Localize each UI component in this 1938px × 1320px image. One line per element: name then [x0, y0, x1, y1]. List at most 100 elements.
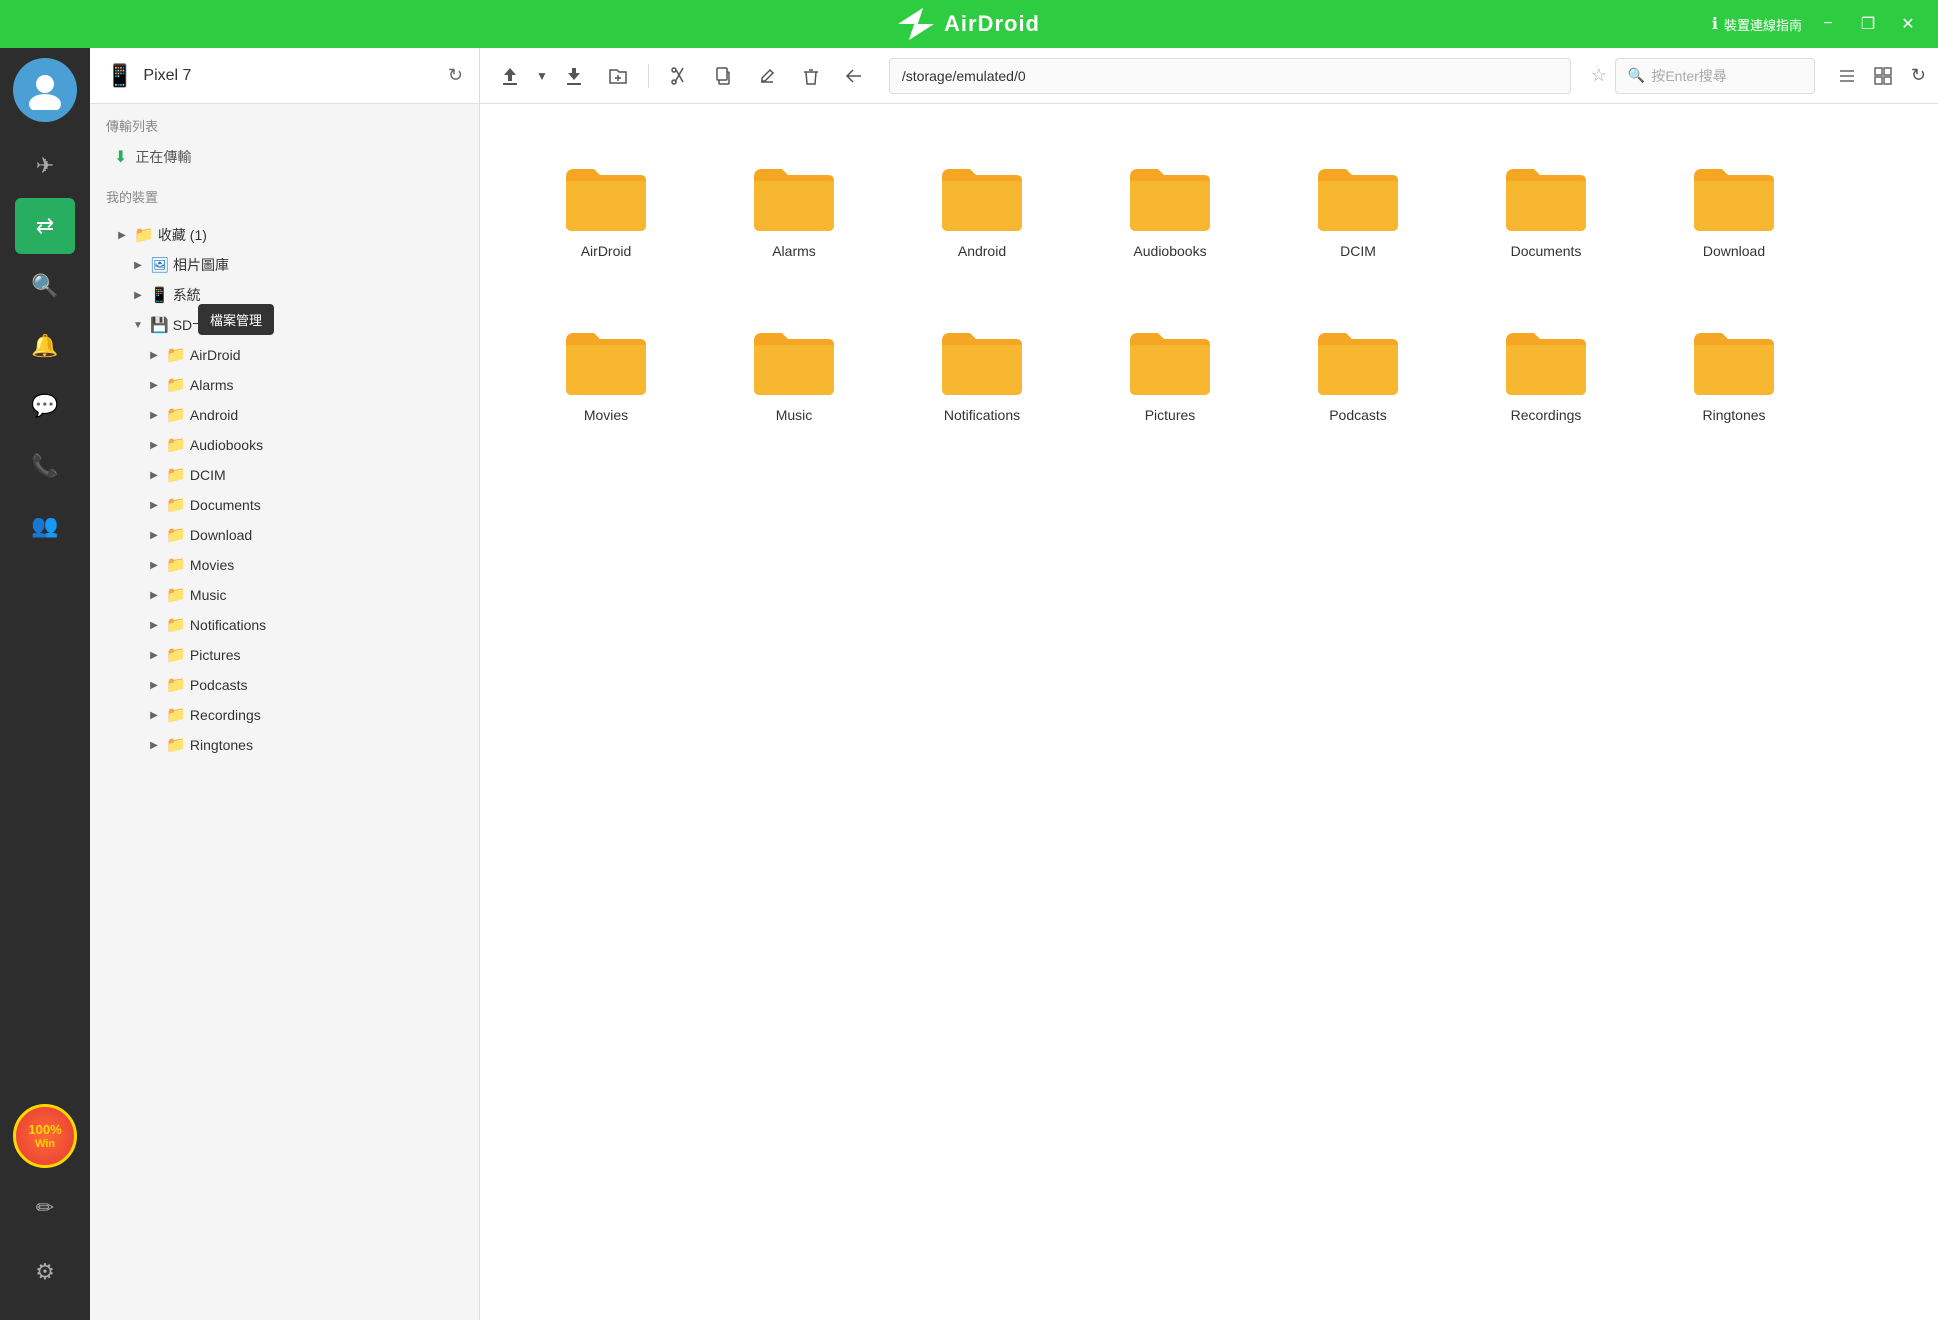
bell-icon: 🔔: [31, 333, 58, 359]
rename-button[interactable]: [749, 58, 785, 94]
grid-view-button[interactable]: [1867, 60, 1899, 92]
folder-item-alarms[interactable]: Alarms: [704, 132, 884, 288]
logo-icon: [898, 6, 934, 42]
upload-button[interactable]: [492, 58, 528, 94]
star-button[interactable]: ☆: [1591, 65, 1607, 86]
list-view-button[interactable]: [1831, 60, 1863, 92]
tree-item-system[interactable]: ▶ 📱 系統: [90, 280, 479, 310]
folder-item-ringtones[interactable]: Ringtones: [1644, 296, 1824, 452]
folder-icon: 📁: [166, 525, 186, 545]
tree-item-sdcard[interactable]: ▼ 💾 SD卡: [90, 310, 479, 340]
sidebar-item-settings[interactable]: ⚙: [15, 1244, 75, 1300]
refresh-button[interactable]: ↻: [448, 65, 463, 86]
expand-icon: ▶: [146, 347, 162, 363]
titlebar-info[interactable]: ℹ 裝置連線指南: [1712, 14, 1802, 34]
tree-item-folder-recordings[interactable]: ▶ 📁 Recordings: [90, 700, 479, 730]
folder-item-music[interactable]: Music: [704, 296, 884, 452]
folder-item-android[interactable]: Android: [892, 132, 1072, 288]
folder-icon: 📁: [134, 225, 154, 245]
win-badge[interactable]: 100% Win: [13, 1104, 77, 1168]
tree-item-folder-notifications[interactable]: ▶ 📁 Notifications: [90, 610, 479, 640]
folder-item-download[interactable]: Download: [1644, 132, 1824, 288]
tree-item-folder-podcasts[interactable]: ▶ 📁 Podcasts: [90, 670, 479, 700]
tree-item-folder-movies[interactable]: ▶ 📁 Movies: [90, 550, 479, 580]
tree-item-folder-alarms[interactable]: ▶ 📁 Alarms: [90, 370, 479, 400]
tree-item-folder-download[interactable]: ▶ 📁 Download: [90, 520, 479, 550]
folder-icon: 📁: [166, 735, 186, 755]
new-folder-icon: [608, 66, 628, 86]
tree-label: Audiobooks: [190, 437, 471, 453]
sidebar-item-transfer[interactable]: ⇄: [15, 198, 75, 254]
download-circle-icon: ⬇: [114, 147, 127, 167]
tree-item-folder-ringtones[interactable]: ▶ 📁 Ringtones: [90, 730, 479, 760]
separator: [648, 64, 649, 88]
folder-item-podcasts[interactable]: Podcasts: [1268, 296, 1448, 452]
download-button[interactable]: [556, 58, 592, 94]
tree-item-folder-pictures[interactable]: ▶ 📁 Pictures: [90, 640, 479, 670]
back-button[interactable]: [837, 58, 873, 94]
search-icon: 🔍: [1628, 67, 1645, 84]
info-text: 裝置連線指南: [1724, 15, 1802, 34]
folder-name: Alarms: [772, 243, 816, 259]
folder-item-notifications[interactable]: Notifications: [892, 296, 1072, 452]
folder-item-movies[interactable]: Movies: [516, 296, 696, 452]
tree-item-folder-documents[interactable]: ▶ 📁 Documents: [90, 490, 479, 520]
folder-icon: [1314, 161, 1402, 233]
folder-icon: [938, 325, 1026, 397]
tree-item-folder-android[interactable]: ▶ 📁 Android: [90, 400, 479, 430]
cut-button[interactable]: [661, 58, 697, 94]
search-bar[interactable]: 🔍 按Enter搜尋: [1615, 58, 1815, 94]
delete-button[interactable]: [793, 58, 829, 94]
file-manager-tooltip: 檔案管理: [198, 304, 274, 335]
cut-icon: [669, 66, 689, 86]
edit-icon: ✏: [36, 1195, 54, 1221]
folder-item-airdroid[interactable]: AirDroid: [516, 132, 696, 288]
new-folder-button[interactable]: [600, 58, 636, 94]
tree-label: Android: [190, 407, 471, 423]
restore-button[interactable]: ❐: [1854, 10, 1882, 38]
file-view-refresh-button[interactable]: ↻: [1911, 65, 1926, 86]
path-bar[interactable]: /storage/emulated/0: [889, 58, 1571, 94]
info-icon: ℹ: [1712, 14, 1718, 34]
sidebar-item-calls[interactable]: 📞: [15, 438, 75, 494]
upload-dropdown-icon: ▼: [536, 69, 548, 83]
folder-icon: 📁: [166, 615, 186, 635]
close-button[interactable]: ✕: [1894, 10, 1922, 38]
tree-area[interactable]: ▶ 📁 收藏 (1) ▶ 🖼 相片圖庫 ▶ 📱 系統 ▼ 💾 SD卡: [90, 216, 479, 1320]
tree-item-folder-dcim[interactable]: ▶ 📁 DCIM: [90, 460, 479, 490]
folder-item-audiobooks[interactable]: Audiobooks: [1080, 132, 1260, 288]
avatar[interactable]: [13, 58, 77, 122]
tree-item-folder-airdroid[interactable]: ▶ 📁 AirDroid: [90, 340, 479, 370]
expand-icon: ▶: [146, 707, 162, 723]
copy-button[interactable]: [705, 58, 741, 94]
tree-item-folder-audiobooks[interactable]: ▶ 📁 Audiobooks: [90, 430, 479, 460]
tree-item-folder-music[interactable]: ▶ 📁 Music: [90, 580, 479, 610]
transfer-in-progress-label: 正在傳輸: [135, 147, 191, 167]
minimize-button[interactable]: −: [1814, 10, 1842, 38]
download-icon: [564, 66, 584, 86]
path-text: /storage/emulated/0: [902, 68, 1026, 84]
sidebar-item-contacts[interactable]: 👥: [15, 498, 75, 554]
my-device-label: 我的裝置: [106, 187, 463, 206]
transfer-in-progress[interactable]: ⬇ 正在傳輸: [106, 141, 463, 173]
folder-item-documents[interactable]: Documents: [1456, 132, 1636, 288]
tree-item-favorites[interactable]: ▶ 📁 收藏 (1): [90, 220, 479, 250]
device-name: Pixel 7: [143, 67, 438, 85]
sidebar-item-send[interactable]: ✈: [15, 138, 75, 194]
folder-item-dcim[interactable]: DCIM: [1268, 132, 1448, 288]
tree-label: Documents: [190, 497, 471, 513]
file-view: ▼ /storage/emulat: [480, 48, 1938, 1320]
expand-icon: ▶: [146, 407, 162, 423]
sidebar-item-find[interactable]: 🔍: [15, 258, 75, 314]
sidebar-item-edit[interactable]: ✏: [15, 1180, 75, 1236]
sidebar-item-notifications[interactable]: 🔔: [15, 318, 75, 374]
delete-icon: [801, 66, 821, 86]
folder-icon: 📁: [166, 375, 186, 395]
sidebar-item-chat[interactable]: 💬: [15, 378, 75, 434]
folder-item-pictures[interactable]: Pictures: [1080, 296, 1260, 452]
expand-icon: ▶: [146, 587, 162, 603]
tree-label: DCIM: [190, 467, 471, 483]
folder-icon: 📁: [166, 465, 186, 485]
folder-item-recordings[interactable]: Recordings: [1456, 296, 1636, 452]
tree-item-photos[interactable]: ▶ 🖼 相片圖庫: [90, 250, 479, 280]
